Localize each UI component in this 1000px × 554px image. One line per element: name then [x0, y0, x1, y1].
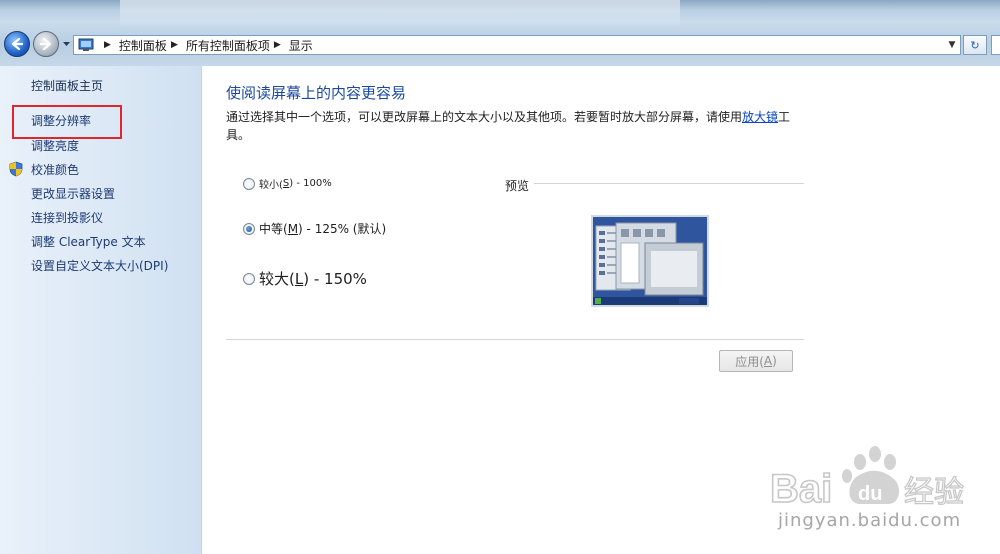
option-suffix: ) - 100% [289, 178, 332, 189]
sidebar-item-custom-dpi[interactable]: 设置自定义文本大小(DPI) [31, 257, 168, 274]
option-suffix: ) - 125% (默认) [298, 222, 387, 236]
preview-label: 预览 [505, 179, 530, 193]
svg-text:du: du [858, 483, 882, 505]
preview-thumbnail [591, 215, 709, 307]
forward-arrow-icon [39, 37, 52, 51]
preview-divider [534, 183, 804, 184]
sidebar-item-home[interactable]: 控制面板主页 [31, 77, 103, 94]
address-bar[interactable]: ▶ 控制面板 ▶ 所有控制面板项 ▶ 显示 ▼ [73, 35, 961, 55]
recent-pages-dropdown-icon[interactable] [62, 40, 71, 48]
option-label: 较小( [259, 180, 283, 191]
glass-glow [120, 0, 680, 28]
option-label: 中等( [259, 222, 288, 236]
back-button[interactable] [4, 31, 30, 57]
sidebar-item-connect-projector[interactable]: 连接到投影仪 [31, 209, 103, 226]
sidebar-item-calibrate-color[interactable]: 校准颜色 [31, 161, 79, 178]
radio-smaller[interactable] [243, 177, 255, 190]
option-label: 较大( [259, 270, 295, 288]
highlight-box [12, 105, 122, 139]
task-pane: 控制面板主页 调整分辨率 调整亮度 校准颜色 更改显示器设置 连接到投影仪 调整… [0, 66, 202, 554]
apply-suffix: ) [772, 354, 777, 368]
breadcrumb-control-panel[interactable]: 控制面板 [119, 37, 167, 54]
page-description: 通过选择其中一个选项，可以更改屏幕上的文本大小以及其他项。若要暂时放大部分屏幕，… [226, 108, 796, 144]
apply-label: 应用( [735, 354, 764, 369]
back-arrow-icon [11, 37, 24, 51]
watermark-url: jingyan.baidu.com [778, 510, 962, 531]
svg-text:经验: 经验 [904, 475, 964, 510]
baidu-watermark-logo: Bai du 经验 [769, 446, 965, 512]
breadcrumb-separator-icon[interactable]: ▶ [171, 40, 178, 50]
option-accesskey: M [287, 221, 299, 236]
search-input[interactable] [991, 35, 1000, 55]
page-title: 使阅读屏幕上的内容更容易 [226, 84, 407, 102]
description-text: 通过选择其中一个选项，可以更改屏幕上的文本大小以及其他项。若要暂时放大部分屏幕，… [226, 110, 743, 124]
forward-button[interactable] [33, 31, 59, 57]
window-frame [0, 0, 1000, 66]
breadcrumb-all-items[interactable]: 所有控制面板项 [186, 37, 270, 54]
control-panel-icon [78, 38, 94, 51]
section-divider [226, 339, 804, 340]
breadcrumb-display[interactable]: 显示 [289, 37, 313, 54]
sidebar-item-change-display-settings[interactable]: 更改显示器设置 [31, 185, 115, 202]
address-history-dropdown-icon[interactable]: ▼ [944, 36, 960, 54]
breadcrumb-separator-icon: ▶ [104, 40, 111, 50]
breadcrumb-separator-icon[interactable]: ▶ [274, 40, 281, 50]
refresh-icon: ↻ [970, 38, 980, 52]
sidebar-item-adjust-brightness[interactable]: 调整亮度 [31, 137, 79, 154]
magnifier-link[interactable]: 放大镜 [742, 110, 778, 124]
sidebar-item-cleartype[interactable]: 调整 ClearType 文本 [31, 233, 146, 250]
option-medium[interactable]: 中等(M) - 125% (默认) [243, 220, 386, 237]
desktop-preview-image [593, 217, 707, 305]
option-suffix: ) - 150% [303, 269, 367, 288]
apply-accesskey: A [763, 354, 773, 368]
refresh-button[interactable]: ↻ [963, 35, 987, 55]
svg-text:Bai: Bai [770, 467, 832, 511]
radio-medium[interactable] [243, 222, 255, 235]
option-larger[interactable]: 较大(L) - 150% [243, 268, 367, 289]
option-smaller[interactable]: 较小(S) - 100% [243, 176, 332, 191]
option-accesskey: L [294, 269, 304, 288]
radio-larger[interactable] [243, 272, 255, 285]
apply-button[interactable]: 应用(A) [719, 350, 793, 372]
shield-icon [9, 161, 23, 177]
